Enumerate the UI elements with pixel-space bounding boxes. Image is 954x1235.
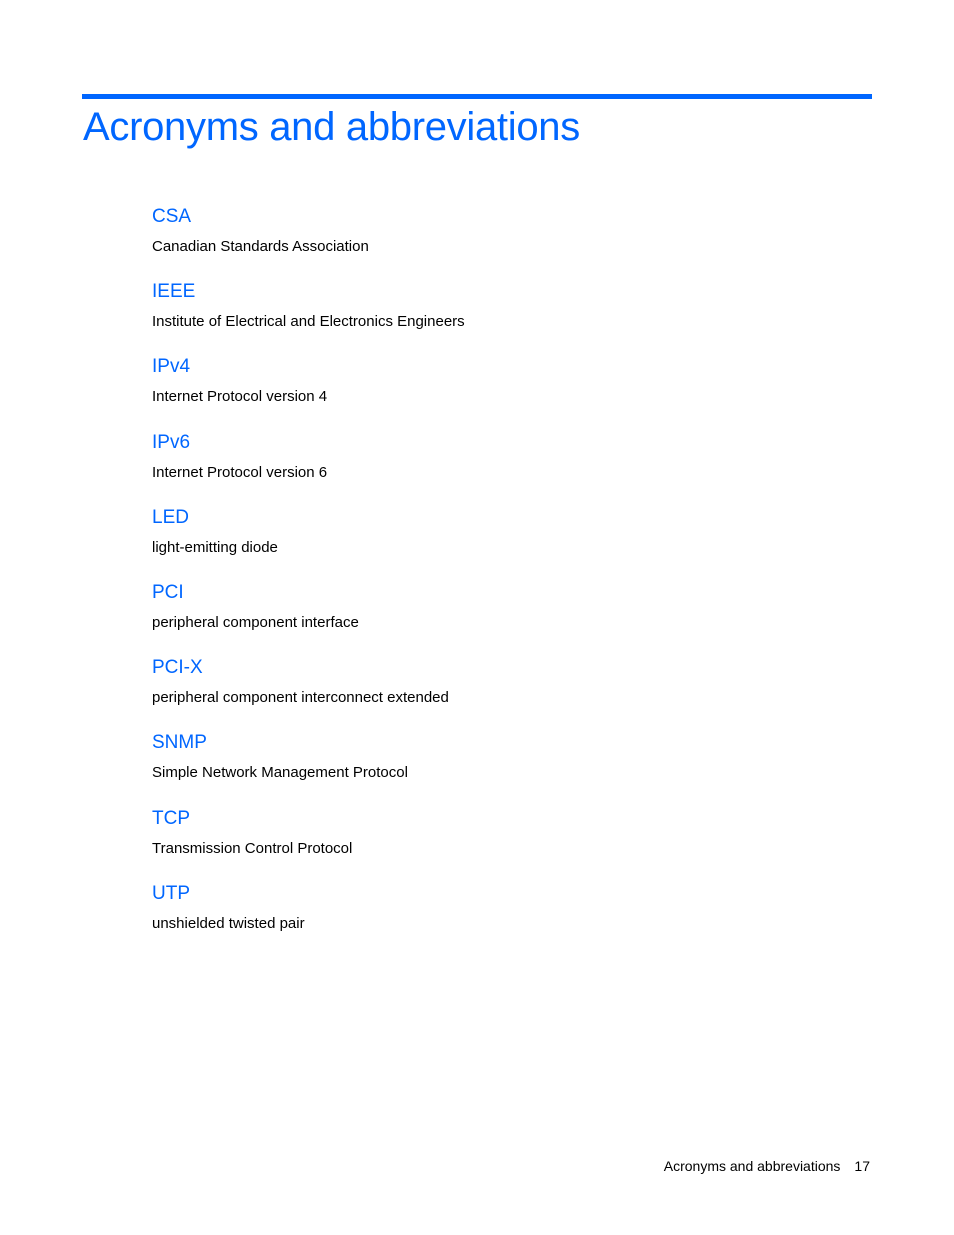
acronym-term: LED	[152, 506, 189, 528]
acronym-entry: UTP unshielded twisted pair	[152, 882, 465, 957]
page-footer: Acronyms and abbreviations 17	[664, 1158, 870, 1174]
acronym-definition: peripheral component interconnect extend…	[152, 689, 449, 707]
acronym-entry: SNMP Simple Network Management Protocol	[152, 731, 465, 806]
acronym-term: SNMP	[152, 732, 207, 754]
acronym-definition: unshielded twisted pair	[152, 914, 305, 932]
title-rule	[82, 94, 872, 99]
acronym-definition: Internet Protocol version 4	[152, 388, 328, 406]
acronym-term: PCI	[152, 581, 184, 603]
acronym-entry: IPv6 Internet Protocol version 6	[152, 431, 465, 506]
acronym-term: IEEE	[152, 281, 196, 303]
acronym-entry: IPv4 Internet Protocol version 4	[152, 355, 465, 430]
acronym-definition: Simple Network Management Protocol	[152, 764, 408, 782]
acronym-definition: Internet Protocol version 6	[152, 463, 328, 481]
acronym-term: UTP	[152, 882, 190, 904]
acronym-entry: LED light-emitting diode	[152, 506, 465, 581]
acronym-definition: Canadian Standards Association	[152, 238, 369, 255]
acronym-definition: Institute of Electrical and Electronics …	[152, 313, 465, 331]
acronym-term: IPv6	[152, 431, 191, 453]
page-number: 17	[854, 1158, 870, 1174]
acronym-entry: TCP Transmission Control Protocol	[152, 807, 465, 882]
acronym-definition: Transmission Control Protocol	[152, 839, 353, 857]
page-title: Acronyms and abbreviations	[83, 105, 580, 149]
acronym-entry: CSA Canadian Standards Association	[152, 205, 465, 280]
acronym-term: IPv4	[152, 356, 191, 378]
acronym-entry: IEEE Institute of Electrical and Electro…	[152, 280, 465, 355]
acronym-entry: PCI peripheral component interface	[152, 581, 465, 656]
acronym-definition: light-emitting diode	[152, 538, 278, 556]
footer-section-title: Acronyms and abbreviations	[663, 1158, 841, 1174]
acronym-definition: peripheral component interface	[152, 613, 359, 631]
acronym-term: PCI-X	[152, 657, 203, 679]
acronym-term: TCP	[152, 807, 190, 829]
acronym-list: CSA Canadian Standards Association IEEE …	[152, 205, 465, 957]
acronym-term: CSA	[152, 206, 192, 227]
acronym-entry: PCI-X peripheral component interconnect …	[152, 656, 465, 731]
